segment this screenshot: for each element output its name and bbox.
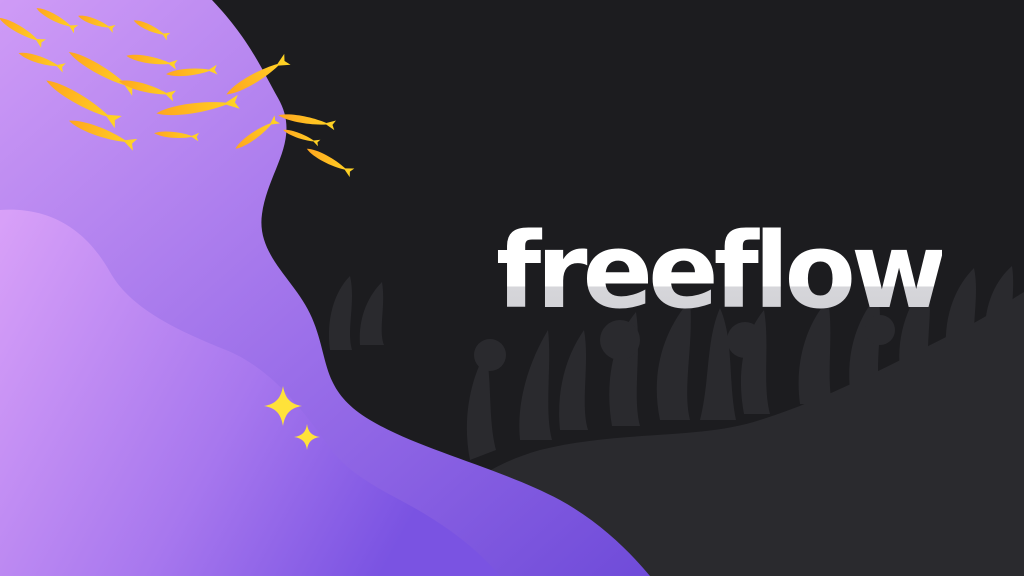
fish-icon bbox=[304, 144, 355, 178]
fish-icon bbox=[281, 126, 321, 147]
hero-banner: freeflow bbox=[0, 0, 1024, 576]
brand-wordmark: freeflow bbox=[496, 206, 947, 336]
